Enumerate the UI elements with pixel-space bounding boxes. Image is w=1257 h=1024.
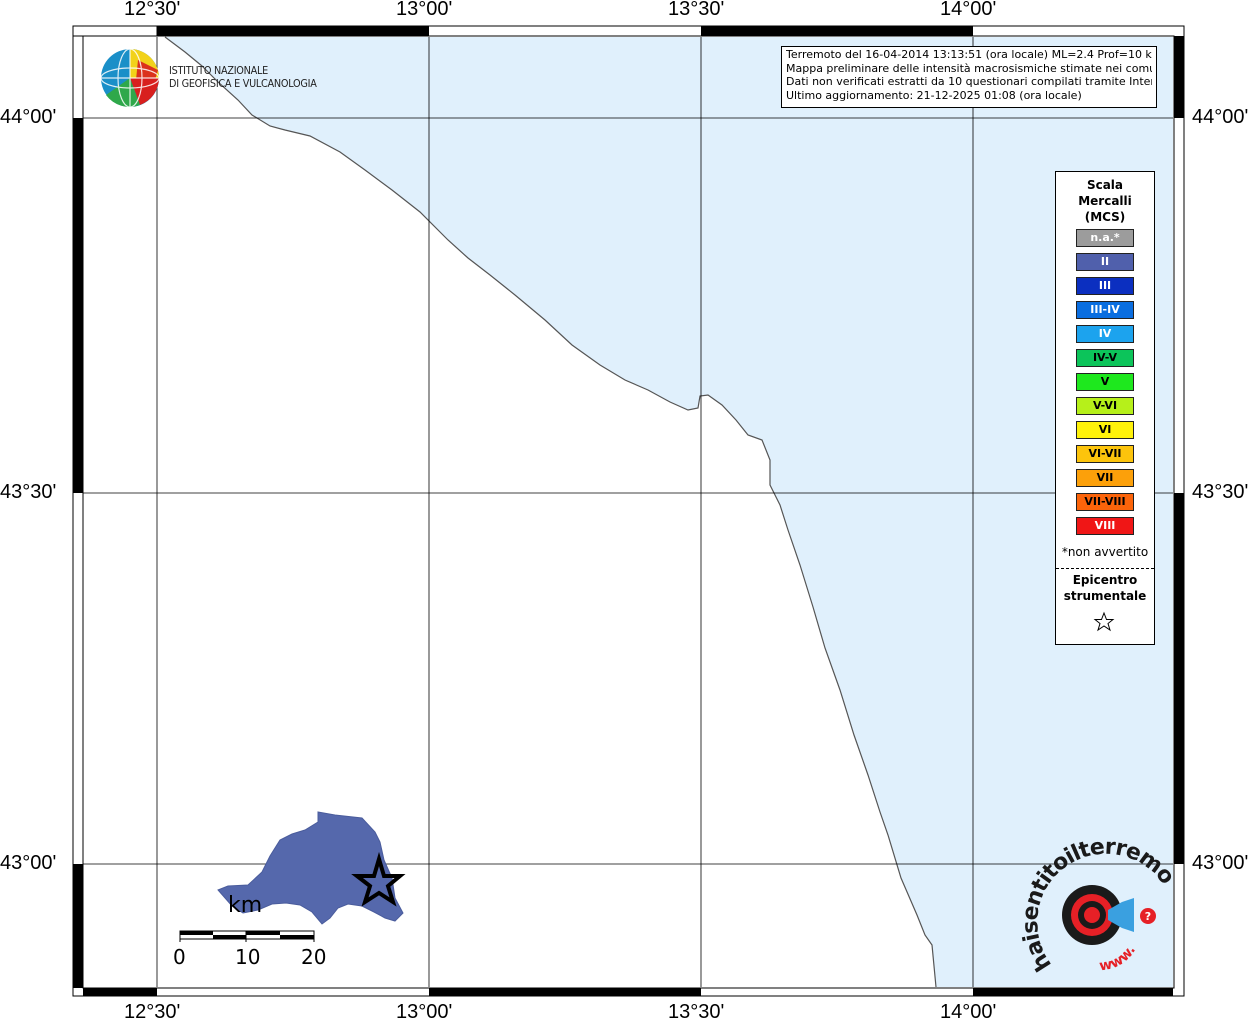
mcs-legend: Scala Mercalli (MCS) n.a.* II III III-IV IV I…	[1055, 171, 1155, 645]
legend-swatch: III-IV	[1076, 301, 1134, 319]
event-info-line: Dati non verificati estratti da 10 quest…	[786, 75, 1152, 88]
scale-label-10: 10	[235, 945, 261, 969]
bottom-tick: 14°00'	[940, 1001, 997, 1023]
legend-swatch: IV	[1076, 325, 1134, 343]
legend-swatch: IV-V	[1076, 349, 1134, 367]
left-tick: 43°00'	[0, 852, 57, 874]
svg-text:?: ?	[1145, 910, 1151, 923]
epicenter-label-line: Epicentro	[1072, 573, 1138, 587]
event-info-line: Mappa preliminare delle intensità macros…	[786, 61, 1152, 75]
legend-title-line: (MCS)	[1084, 210, 1126, 224]
epicenter-label: Epicentro strumentale	[1056, 572, 1154, 604]
scale-unit: km	[228, 893, 263, 918]
ingv-logo-icon	[100, 48, 160, 108]
event-info-line: Ultimo aggiornamento: 21-12-2025 01:08 (…	[786, 88, 1082, 102]
legend-swatch: VII-VIII	[1076, 493, 1134, 511]
legend-title-line: Mercalli	[1078, 194, 1132, 208]
event-info-line: Terremoto del 16-04-2014 13:13:51 (ora l…	[786, 48, 1152, 61]
legend-swatch: V-VI	[1076, 397, 1134, 415]
right-tick: 43°00'	[1192, 852, 1249, 874]
legend-divider	[1056, 568, 1154, 569]
legend-swatch: V	[1076, 373, 1134, 391]
logo-line-2: DI GEOFISICA E VULCANOLOGIA	[169, 77, 317, 90]
top-tick: 14°00'	[940, 0, 997, 20]
legend-swatch: III	[1076, 277, 1134, 295]
legend-title-line: Scala	[1086, 178, 1124, 192]
legend-swatch: VI-VII	[1076, 445, 1134, 463]
top-tick: 13°30'	[668, 0, 725, 20]
ingv-logo-text: ISTITUTO NAZIONALE DI GEOFISICA E VULCAN…	[169, 64, 317, 90]
right-tick: 44°00'	[1192, 106, 1249, 128]
bottom-tick: 12°30'	[124, 1001, 181, 1023]
right-tick: 43°30'	[1192, 481, 1249, 503]
left-tick: 43°30'	[0, 481, 57, 503]
legend-swatch: VII	[1076, 469, 1134, 487]
bottom-tick: 13°30'	[668, 1001, 725, 1023]
legend-swatch: VI	[1076, 421, 1134, 439]
top-tick: 13°00'	[396, 0, 453, 20]
event-info-box: Terremoto del 16-04-2014 13:13:51 (ora l…	[781, 46, 1157, 108]
legend-note: *non avvertito	[1061, 545, 1149, 559]
scale-label-20: 20	[301, 945, 327, 969]
legend-swatch: VIII	[1076, 517, 1134, 535]
epicenter-label-line: strumentale	[1063, 589, 1147, 603]
legend-title: Scala Mercalli (MCS)	[1056, 177, 1154, 225]
logo-line-1: ISTITUTO NAZIONALE	[169, 64, 268, 77]
scale-label-0: 0	[173, 945, 186, 969]
scale-bar	[179, 930, 315, 942]
legend-star-icon	[1093, 611, 1115, 632]
left-tick: 44°00'	[0, 106, 57, 128]
bottom-tick: 13°00'	[396, 1001, 453, 1023]
top-tick: 12°30'	[124, 0, 181, 20]
legend-swatch: n.a.*	[1076, 229, 1134, 247]
legend-swatch: II	[1076, 253, 1134, 271]
